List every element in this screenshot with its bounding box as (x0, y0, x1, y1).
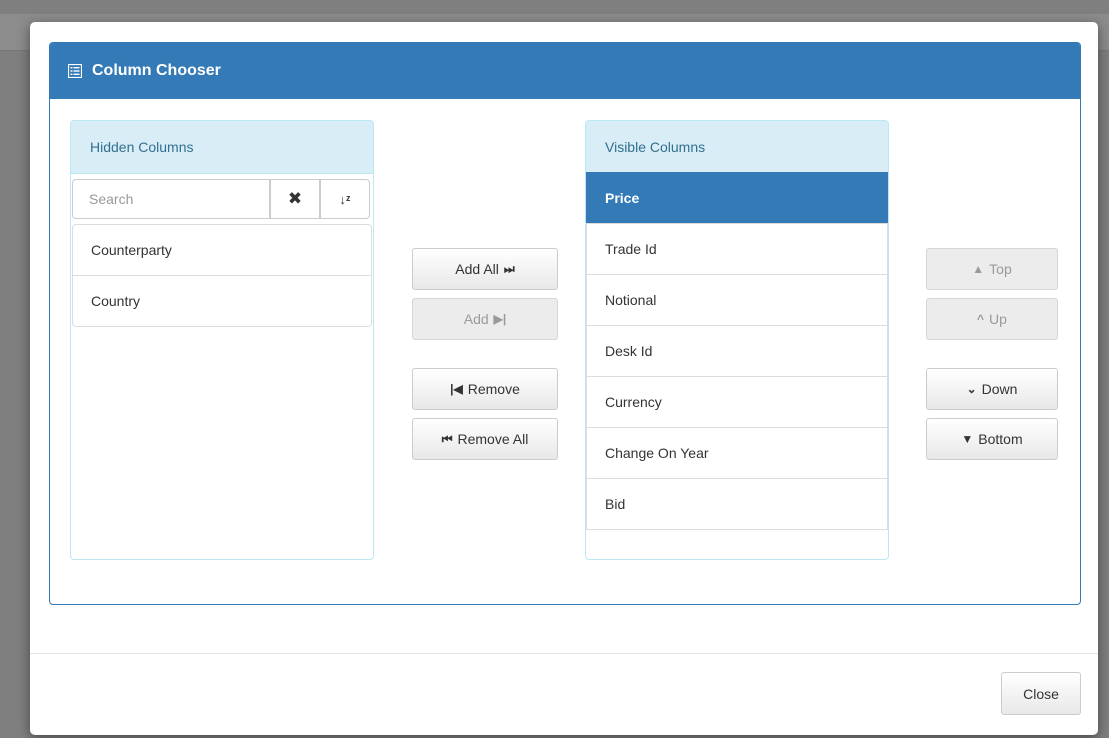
hidden-columns-list: Counterparty Country (72, 224, 372, 327)
close-button[interactable]: Close (1001, 672, 1081, 715)
list-icon (68, 64, 82, 78)
down-label: Down (981, 381, 1018, 397)
list-item[interactable]: Counterparty (72, 224, 372, 276)
step-forward-icon: ▶| (493, 312, 507, 326)
panel-header: Column Chooser (50, 43, 1080, 99)
move-up-button[interactable]: ^ Up (926, 298, 1058, 340)
list-item-selected[interactable]: Price (586, 172, 888, 224)
visible-columns-list: Price Trade Id Notional Desk Id Currency… (586, 172, 888, 530)
list-item[interactable]: Bid (586, 478, 888, 530)
triangle-down-icon: ▼ (961, 432, 974, 446)
remove-label: Remove (467, 381, 520, 397)
fast-backward-icon: ⏮ (441, 431, 453, 446)
sort-button[interactable]: ↓ᶻ (320, 179, 370, 219)
list-item[interactable]: Currency (586, 376, 888, 428)
dialog-title: Column Chooser (92, 62, 221, 79)
column-chooser-modal: Column Chooser Hidden Columns ✖ ↓ᶻ Count… (30, 22, 1098, 735)
top-label: Top (989, 261, 1012, 277)
hidden-columns-panel: Hidden Columns ✖ ↓ᶻ Counterparty Country (70, 120, 374, 560)
move-down-button[interactable]: ⌄ Down (926, 368, 1058, 410)
remove-button[interactable]: |◀ Remove (412, 368, 558, 410)
bottom-label: Bottom (978, 431, 1023, 447)
close-label: Close (1023, 685, 1059, 702)
hidden-columns-header: Hidden Columns (71, 121, 373, 174)
up-label: Up (989, 311, 1007, 327)
chevron-down-icon: ⌄ (966, 382, 977, 396)
list-item[interactable]: Desk Id (586, 325, 888, 377)
list-item[interactable]: Trade Id (586, 223, 888, 275)
step-backward-icon: |◀ (450, 382, 463, 396)
column-chooser-panel: Column Chooser Hidden Columns ✖ ↓ᶻ Count… (49, 42, 1081, 605)
clear-search-button[interactable]: ✖ (270, 179, 320, 219)
visible-columns-header: Visible Columns (586, 121, 888, 174)
list-item[interactable]: Change On Year (586, 427, 888, 479)
add-all-label: Add All (455, 261, 499, 277)
remove-all-label: Remove All (457, 431, 529, 447)
add-button[interactable]: Add ▶| (412, 298, 558, 340)
visible-columns-panel: Visible Columns Price Trade Id Notional … (585, 120, 889, 560)
move-bottom-button[interactable]: ▼ Bottom (926, 418, 1058, 460)
list-item[interactable]: Country (72, 275, 372, 327)
move-top-button[interactable]: ▲ Top (926, 248, 1058, 290)
add-label: Add (463, 311, 489, 327)
sort-alpha-icon: ↓ᶻ (339, 191, 351, 207)
search-input[interactable] (72, 179, 270, 219)
chevron-up-icon: ^ (977, 312, 985, 326)
fast-forward-icon: ⏭ (503, 261, 515, 276)
remove-all-button[interactable]: ⏮ Remove All (412, 418, 558, 460)
close-icon: ✖ (287, 189, 303, 208)
list-item[interactable]: Notional (586, 274, 888, 326)
search-group: ✖ ↓ᶻ (72, 179, 372, 223)
add-all-button[interactable]: Add All ⏭ (412, 248, 558, 290)
footer-divider (30, 653, 1098, 654)
triangle-up-icon: ▲ (972, 262, 985, 276)
